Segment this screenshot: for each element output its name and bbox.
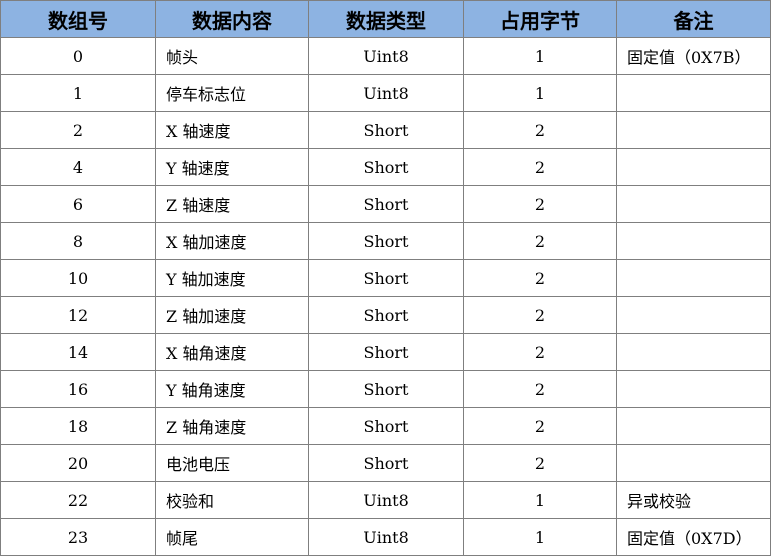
cell-note [616,370,771,408]
cell-note: 固定值（0X7B） [616,37,771,75]
cell-type: Short [308,259,464,297]
cell-content: Y 轴速度 [155,148,309,186]
cell-content: 电池电压 [155,444,309,482]
cell-content: Z 轴加速度 [155,296,309,334]
cell-note [616,74,771,112]
cell-type: Uint8 [308,74,464,112]
cell-type: Short [308,444,464,482]
table-row: 8X 轴加速度 Short 2 [0,222,771,260]
cell-content: 帧头 [155,37,309,75]
cell-index: 10 [0,259,156,297]
cell-index: 20 [0,444,156,482]
cell-index: 18 [0,407,156,445]
table-row: 20 电池电压 Short 2 [0,444,771,482]
cell-note [616,333,771,371]
table-row: 0 帧头 Uint8 1 固定值（0X7B） [0,37,771,75]
cell-index: 12 [0,296,156,334]
cell-note [616,296,771,334]
cell-type: Short [308,333,464,371]
cell-bytes: 2 [463,333,617,371]
cell-bytes: 1 [463,481,617,519]
cell-content: Y 轴角速度 [155,370,309,408]
cell-type: Short [308,407,464,445]
cell-bytes: 2 [463,111,617,149]
cell-bytes: 2 [463,148,617,186]
cell-type: Short [308,111,464,149]
cell-note [616,148,771,186]
cell-type: Short [308,222,464,260]
cell-content: 帧尾 [155,518,309,556]
cell-note [616,259,771,297]
table-row: 2X 轴速度 Short 2 [0,111,771,149]
cell-index: 1 [0,74,156,112]
cell-bytes: 2 [463,407,617,445]
cell-note [616,111,771,149]
table-row: 18 Z 轴角速度 Short 2 [0,407,771,445]
cell-note [616,407,771,445]
cell-index: 16 [0,370,156,408]
cell-bytes: 2 [463,222,617,260]
cell-note [616,222,771,260]
cell-bytes: 1 [463,37,617,75]
table-row: 22 校验和 Uint8 1 异或校验 [0,481,771,519]
cell-index: 0 [0,37,156,75]
table-row: 16 Y 轴角速度 Short 2 [0,370,771,408]
cell-bytes: 2 [463,259,617,297]
header-note: 备注 [616,0,771,38]
cell-note: 异或校验 [616,481,771,519]
table-row: 4Y 轴速度 Short 2 [0,148,771,186]
cell-index: 8 [0,222,156,260]
cell-content: Z 轴速度 [155,185,309,223]
table-row: 1 停车标志位 Uint8 1 [0,74,771,112]
cell-content: Y 轴加速度 [155,259,309,297]
cell-type: Short [308,370,464,408]
cell-index: 6 [0,185,156,223]
table-row: 6Z 轴速度 Short 2 [0,185,771,223]
cell-note: 固定值（0X7D） [616,518,771,556]
cell-bytes: 1 [463,518,617,556]
cell-index: 22 [0,481,156,519]
cell-content: X 轴角速度 [155,333,309,371]
table-header-row: 数组号 数据内容 数据类型 占用字节 备注 [0,0,771,38]
cell-bytes: 2 [463,444,617,482]
header-type: 数据类型 [308,0,464,38]
cell-type: Short [308,148,464,186]
table-row: 12 Z 轴加速度 Short 2 [0,296,771,334]
cell-index: 14 [0,333,156,371]
table-row: 14 X 轴角速度 Short 2 [0,333,771,371]
cell-content: 停车标志位 [155,74,309,112]
cell-content: 校验和 [155,481,309,519]
header-bytes: 占用字节 [463,0,617,38]
cell-note [616,444,771,482]
cell-bytes: 2 [463,370,617,408]
cell-content: Z 轴角速度 [155,407,309,445]
header-index: 数组号 [0,0,156,38]
table-row: 23 帧尾 Uint8 1 固定值（0X7D） [0,518,771,556]
cell-content: X 轴速度 [155,111,309,149]
cell-type: Short [308,185,464,223]
cell-index: 4 [0,148,156,186]
cell-type: Short [308,296,464,334]
data-frame-table: 数组号 数据内容 数据类型 占用字节 备注 0 帧头 Uint8 1 固定值（0X7B）… [0,0,771,556]
cell-note [616,185,771,223]
cell-bytes: 2 [463,296,617,334]
header-content: 数据内容 [155,0,309,38]
cell-content: X 轴加速度 [155,222,309,260]
cell-index: 2 [0,111,156,149]
cell-bytes: 2 [463,185,617,223]
cell-type: Uint8 [308,481,464,519]
table-row: 10 Y 轴加速度 Short 2 [0,259,771,297]
cell-index: 23 [0,518,156,556]
cell-bytes: 1 [463,74,617,112]
cell-type: Uint8 [308,518,464,556]
cell-type: Uint8 [308,37,464,75]
